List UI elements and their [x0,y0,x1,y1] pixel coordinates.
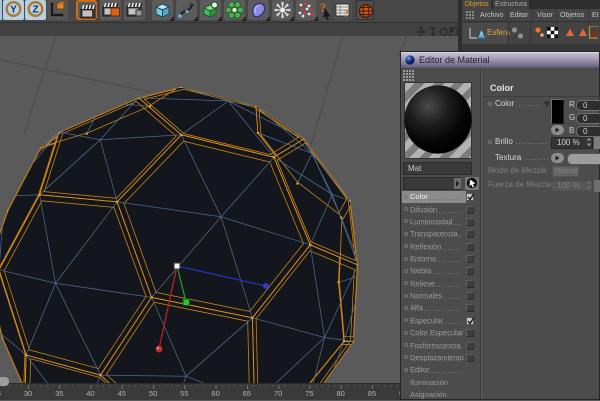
svg-text:?: ? [343,8,349,20]
svg-text:Z: Z [32,5,38,16]
svg-text:Y: Y [10,5,17,16]
